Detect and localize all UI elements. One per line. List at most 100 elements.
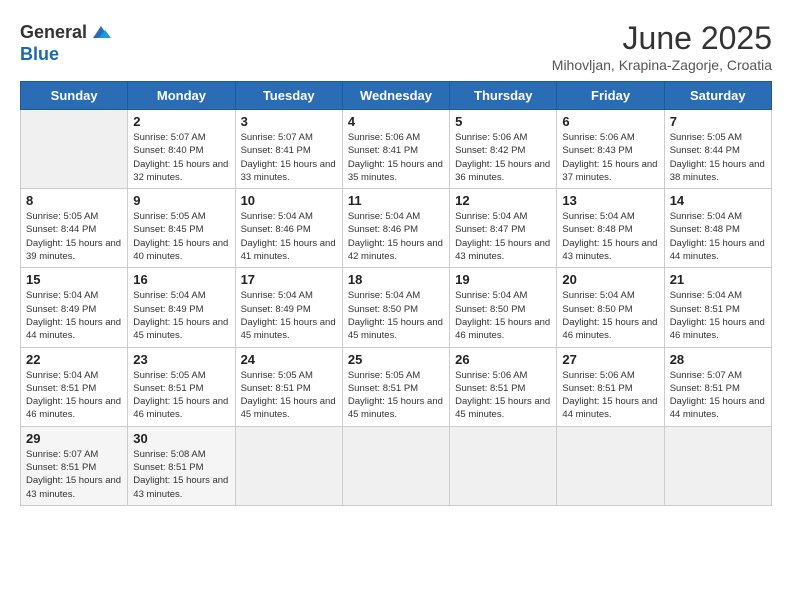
calendar-cell: 16 Sunrise: 5:04 AM Sunset: 8:49 PM Dayl… bbox=[128, 268, 235, 347]
day-number: 12 bbox=[455, 193, 551, 208]
day-info: Sunrise: 5:05 AM Sunset: 8:44 PM Dayligh… bbox=[670, 131, 766, 184]
day-info: Sunrise: 5:04 AM Sunset: 8:49 PM Dayligh… bbox=[133, 289, 229, 342]
calendar-cell: 11 Sunrise: 5:04 AM Sunset: 8:46 PM Dayl… bbox=[342, 189, 449, 268]
day-info: Sunrise: 5:06 AM Sunset: 8:43 PM Dayligh… bbox=[562, 131, 658, 184]
day-number: 21 bbox=[670, 272, 766, 287]
calendar-header-row: SundayMondayTuesdayWednesdayThursdayFrid… bbox=[21, 82, 772, 110]
day-header-monday: Monday bbox=[128, 82, 235, 110]
location-subtitle: Mihovljan, Krapina-Zagorje, Croatia bbox=[552, 57, 772, 73]
day-info: Sunrise: 5:07 AM Sunset: 8:51 PM Dayligh… bbox=[670, 369, 766, 422]
day-info: Sunrise: 5:08 AM Sunset: 8:51 PM Dayligh… bbox=[133, 448, 229, 501]
calendar-cell: 8 Sunrise: 5:05 AM Sunset: 8:44 PM Dayli… bbox=[21, 189, 128, 268]
title-area: June 2025 Mihovljan, Krapina-Zagorje, Cr… bbox=[552, 20, 772, 73]
day-info: Sunrise: 5:07 AM Sunset: 8:51 PM Dayligh… bbox=[26, 448, 122, 501]
calendar-week-row: 29 Sunrise: 5:07 AM Sunset: 8:51 PM Dayl… bbox=[21, 426, 772, 505]
calendar-cell bbox=[342, 426, 449, 505]
calendar-cell: 30 Sunrise: 5:08 AM Sunset: 8:51 PM Dayl… bbox=[128, 426, 235, 505]
day-info: Sunrise: 5:07 AM Sunset: 8:41 PM Dayligh… bbox=[241, 131, 337, 184]
calendar-week-row: 2 Sunrise: 5:07 AM Sunset: 8:40 PM Dayli… bbox=[21, 110, 772, 189]
logo-icon bbox=[89, 20, 113, 44]
calendar-cell: 26 Sunrise: 5:06 AM Sunset: 8:51 PM Dayl… bbox=[450, 347, 557, 426]
logo-general: General bbox=[20, 22, 87, 43]
calendar-cell: 14 Sunrise: 5:04 AM Sunset: 8:48 PM Dayl… bbox=[664, 189, 771, 268]
calendar-cell: 10 Sunrise: 5:04 AM Sunset: 8:46 PM Dayl… bbox=[235, 189, 342, 268]
calendar-cell: 29 Sunrise: 5:07 AM Sunset: 8:51 PM Dayl… bbox=[21, 426, 128, 505]
calendar-cell: 15 Sunrise: 5:04 AM Sunset: 8:49 PM Dayl… bbox=[21, 268, 128, 347]
day-info: Sunrise: 5:04 AM Sunset: 8:50 PM Dayligh… bbox=[348, 289, 444, 342]
day-info: Sunrise: 5:04 AM Sunset: 8:48 PM Dayligh… bbox=[562, 210, 658, 263]
calendar: SundayMondayTuesdayWednesdayThursdayFrid… bbox=[20, 81, 772, 506]
day-number: 4 bbox=[348, 114, 444, 129]
calendar-cell: 21 Sunrise: 5:04 AM Sunset: 8:51 PM Dayl… bbox=[664, 268, 771, 347]
day-header-saturday: Saturday bbox=[664, 82, 771, 110]
day-number: 28 bbox=[670, 352, 766, 367]
day-info: Sunrise: 5:05 AM Sunset: 8:45 PM Dayligh… bbox=[133, 210, 229, 263]
calendar-cell: 7 Sunrise: 5:05 AM Sunset: 8:44 PM Dayli… bbox=[664, 110, 771, 189]
day-info: Sunrise: 5:04 AM Sunset: 8:49 PM Dayligh… bbox=[26, 289, 122, 342]
calendar-cell: 27 Sunrise: 5:06 AM Sunset: 8:51 PM Dayl… bbox=[557, 347, 664, 426]
day-number: 30 bbox=[133, 431, 229, 446]
calendar-cell: 17 Sunrise: 5:04 AM Sunset: 8:49 PM Dayl… bbox=[235, 268, 342, 347]
calendar-cell: 18 Sunrise: 5:04 AM Sunset: 8:50 PM Dayl… bbox=[342, 268, 449, 347]
day-info: Sunrise: 5:04 AM Sunset: 8:46 PM Dayligh… bbox=[241, 210, 337, 263]
calendar-cell: 13 Sunrise: 5:04 AM Sunset: 8:48 PM Dayl… bbox=[557, 189, 664, 268]
day-info: Sunrise: 5:04 AM Sunset: 8:50 PM Dayligh… bbox=[562, 289, 658, 342]
day-number: 10 bbox=[241, 193, 337, 208]
calendar-cell: 20 Sunrise: 5:04 AM Sunset: 8:50 PM Dayl… bbox=[557, 268, 664, 347]
day-header-sunday: Sunday bbox=[21, 82, 128, 110]
day-info: Sunrise: 5:05 AM Sunset: 8:51 PM Dayligh… bbox=[241, 369, 337, 422]
calendar-cell: 28 Sunrise: 5:07 AM Sunset: 8:51 PM Dayl… bbox=[664, 347, 771, 426]
calendar-cell: 19 Sunrise: 5:04 AM Sunset: 8:50 PM Dayl… bbox=[450, 268, 557, 347]
day-number: 15 bbox=[26, 272, 122, 287]
day-number: 23 bbox=[133, 352, 229, 367]
month-title: June 2025 bbox=[552, 20, 772, 57]
day-number: 18 bbox=[348, 272, 444, 287]
calendar-cell: 4 Sunrise: 5:06 AM Sunset: 8:41 PM Dayli… bbox=[342, 110, 449, 189]
day-info: Sunrise: 5:04 AM Sunset: 8:48 PM Dayligh… bbox=[670, 210, 766, 263]
day-number: 8 bbox=[26, 193, 122, 208]
day-header-wednesday: Wednesday bbox=[342, 82, 449, 110]
day-number: 22 bbox=[26, 352, 122, 367]
day-number: 20 bbox=[562, 272, 658, 287]
day-number: 7 bbox=[670, 114, 766, 129]
calendar-cell: 6 Sunrise: 5:06 AM Sunset: 8:43 PM Dayli… bbox=[557, 110, 664, 189]
calendar-week-row: 22 Sunrise: 5:04 AM Sunset: 8:51 PM Dayl… bbox=[21, 347, 772, 426]
day-header-friday: Friday bbox=[557, 82, 664, 110]
day-number: 3 bbox=[241, 114, 337, 129]
calendar-week-row: 8 Sunrise: 5:05 AM Sunset: 8:44 PM Dayli… bbox=[21, 189, 772, 268]
day-info: Sunrise: 5:06 AM Sunset: 8:41 PM Dayligh… bbox=[348, 131, 444, 184]
day-number: 24 bbox=[241, 352, 337, 367]
day-number: 16 bbox=[133, 272, 229, 287]
day-number: 14 bbox=[670, 193, 766, 208]
day-info: Sunrise: 5:05 AM Sunset: 8:44 PM Dayligh… bbox=[26, 210, 122, 263]
day-header-thursday: Thursday bbox=[450, 82, 557, 110]
day-info: Sunrise: 5:06 AM Sunset: 8:42 PM Dayligh… bbox=[455, 131, 551, 184]
day-info: Sunrise: 5:04 AM Sunset: 8:51 PM Dayligh… bbox=[26, 369, 122, 422]
day-info: Sunrise: 5:04 AM Sunset: 8:46 PM Dayligh… bbox=[348, 210, 444, 263]
logo-blue: Blue bbox=[20, 44, 59, 65]
day-number: 26 bbox=[455, 352, 551, 367]
day-info: Sunrise: 5:05 AM Sunset: 8:51 PM Dayligh… bbox=[348, 369, 444, 422]
day-number: 2 bbox=[133, 114, 229, 129]
calendar-cell bbox=[235, 426, 342, 505]
calendar-cell: 3 Sunrise: 5:07 AM Sunset: 8:41 PM Dayli… bbox=[235, 110, 342, 189]
calendar-cell: 12 Sunrise: 5:04 AM Sunset: 8:47 PM Dayl… bbox=[450, 189, 557, 268]
calendar-cell: 5 Sunrise: 5:06 AM Sunset: 8:42 PM Dayli… bbox=[450, 110, 557, 189]
day-number: 25 bbox=[348, 352, 444, 367]
day-info: Sunrise: 5:07 AM Sunset: 8:40 PM Dayligh… bbox=[133, 131, 229, 184]
day-number: 11 bbox=[348, 193, 444, 208]
calendar-cell: 2 Sunrise: 5:07 AM Sunset: 8:40 PM Dayli… bbox=[128, 110, 235, 189]
day-number: 6 bbox=[562, 114, 658, 129]
day-info: Sunrise: 5:04 AM Sunset: 8:49 PM Dayligh… bbox=[241, 289, 337, 342]
calendar-cell: 24 Sunrise: 5:05 AM Sunset: 8:51 PM Dayl… bbox=[235, 347, 342, 426]
day-number: 5 bbox=[455, 114, 551, 129]
calendar-cell bbox=[21, 110, 128, 189]
day-header-tuesday: Tuesday bbox=[235, 82, 342, 110]
day-number: 29 bbox=[26, 431, 122, 446]
header: General Blue June 2025 Mihovljan, Krapin… bbox=[20, 20, 772, 73]
day-number: 13 bbox=[562, 193, 658, 208]
day-info: Sunrise: 5:04 AM Sunset: 8:47 PM Dayligh… bbox=[455, 210, 551, 263]
day-info: Sunrise: 5:06 AM Sunset: 8:51 PM Dayligh… bbox=[562, 369, 658, 422]
logo: General Blue bbox=[20, 20, 113, 65]
calendar-cell bbox=[664, 426, 771, 505]
